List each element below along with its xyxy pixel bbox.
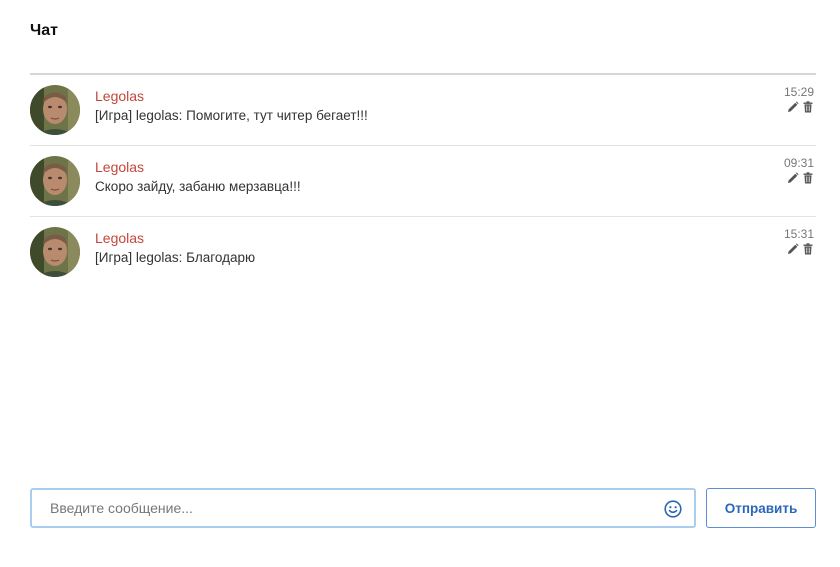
message-author[interactable]: Legolas (95, 230, 144, 246)
message-input[interactable] (50, 490, 650, 526)
trash-icon[interactable] (802, 171, 814, 184)
message-text: Скоро зайду, забаню мерзавца!!! (95, 179, 301, 194)
message-list: Legolas [Игра] legolas: Помогите, тут чи… (30, 73, 816, 287)
message-time: 15:29 (783, 85, 814, 99)
pencil-icon[interactable] (787, 100, 799, 112)
message-actions (784, 171, 814, 184)
message-item: Legolas [Игра] legolas: Помогите, тут чи… (30, 75, 816, 146)
trash-icon[interactable] (802, 100, 814, 113)
message-text: [Игра] legolas: Помогите, тут читер бега… (95, 108, 368, 123)
pencil-icon[interactable] (787, 171, 799, 183)
message-actions (784, 242, 814, 255)
smiley-icon[interactable] (664, 500, 682, 518)
message-meta: 15:31 (783, 227, 814, 255)
message-composer (30, 488, 696, 528)
message-item: Legolas [Игра] legolas: Благодарю 15:31 (30, 217, 816, 287)
avatar[interactable] (30, 227, 80, 277)
message-actions (784, 100, 814, 113)
message-author[interactable]: Legolas (95, 159, 144, 175)
avatar-image (30, 156, 80, 206)
message-author[interactable]: Legolas (95, 88, 144, 104)
chat-title: Чат (30, 22, 58, 39)
avatar-image (30, 227, 80, 277)
send-button[interactable]: Отправить (706, 488, 816, 528)
message-meta: 15:29 (783, 85, 814, 113)
message-text: [Игра] legolas: Благодарю (95, 250, 256, 265)
message-time: 15:31 (783, 227, 814, 241)
avatar[interactable] (30, 156, 80, 206)
pencil-icon[interactable] (787, 242, 799, 254)
avatar[interactable] (30, 85, 80, 135)
message-meta: 09:31 (783, 156, 814, 184)
chat-page: Чат Legolas [Игра] legolas: Помогите, ту… (0, 0, 840, 567)
trash-icon[interactable] (802, 242, 814, 255)
avatar-image (30, 85, 80, 135)
message-item: Legolas Скоро зайду, забаню мерзавца!!! … (30, 146, 816, 217)
message-time: 09:31 (783, 156, 814, 170)
